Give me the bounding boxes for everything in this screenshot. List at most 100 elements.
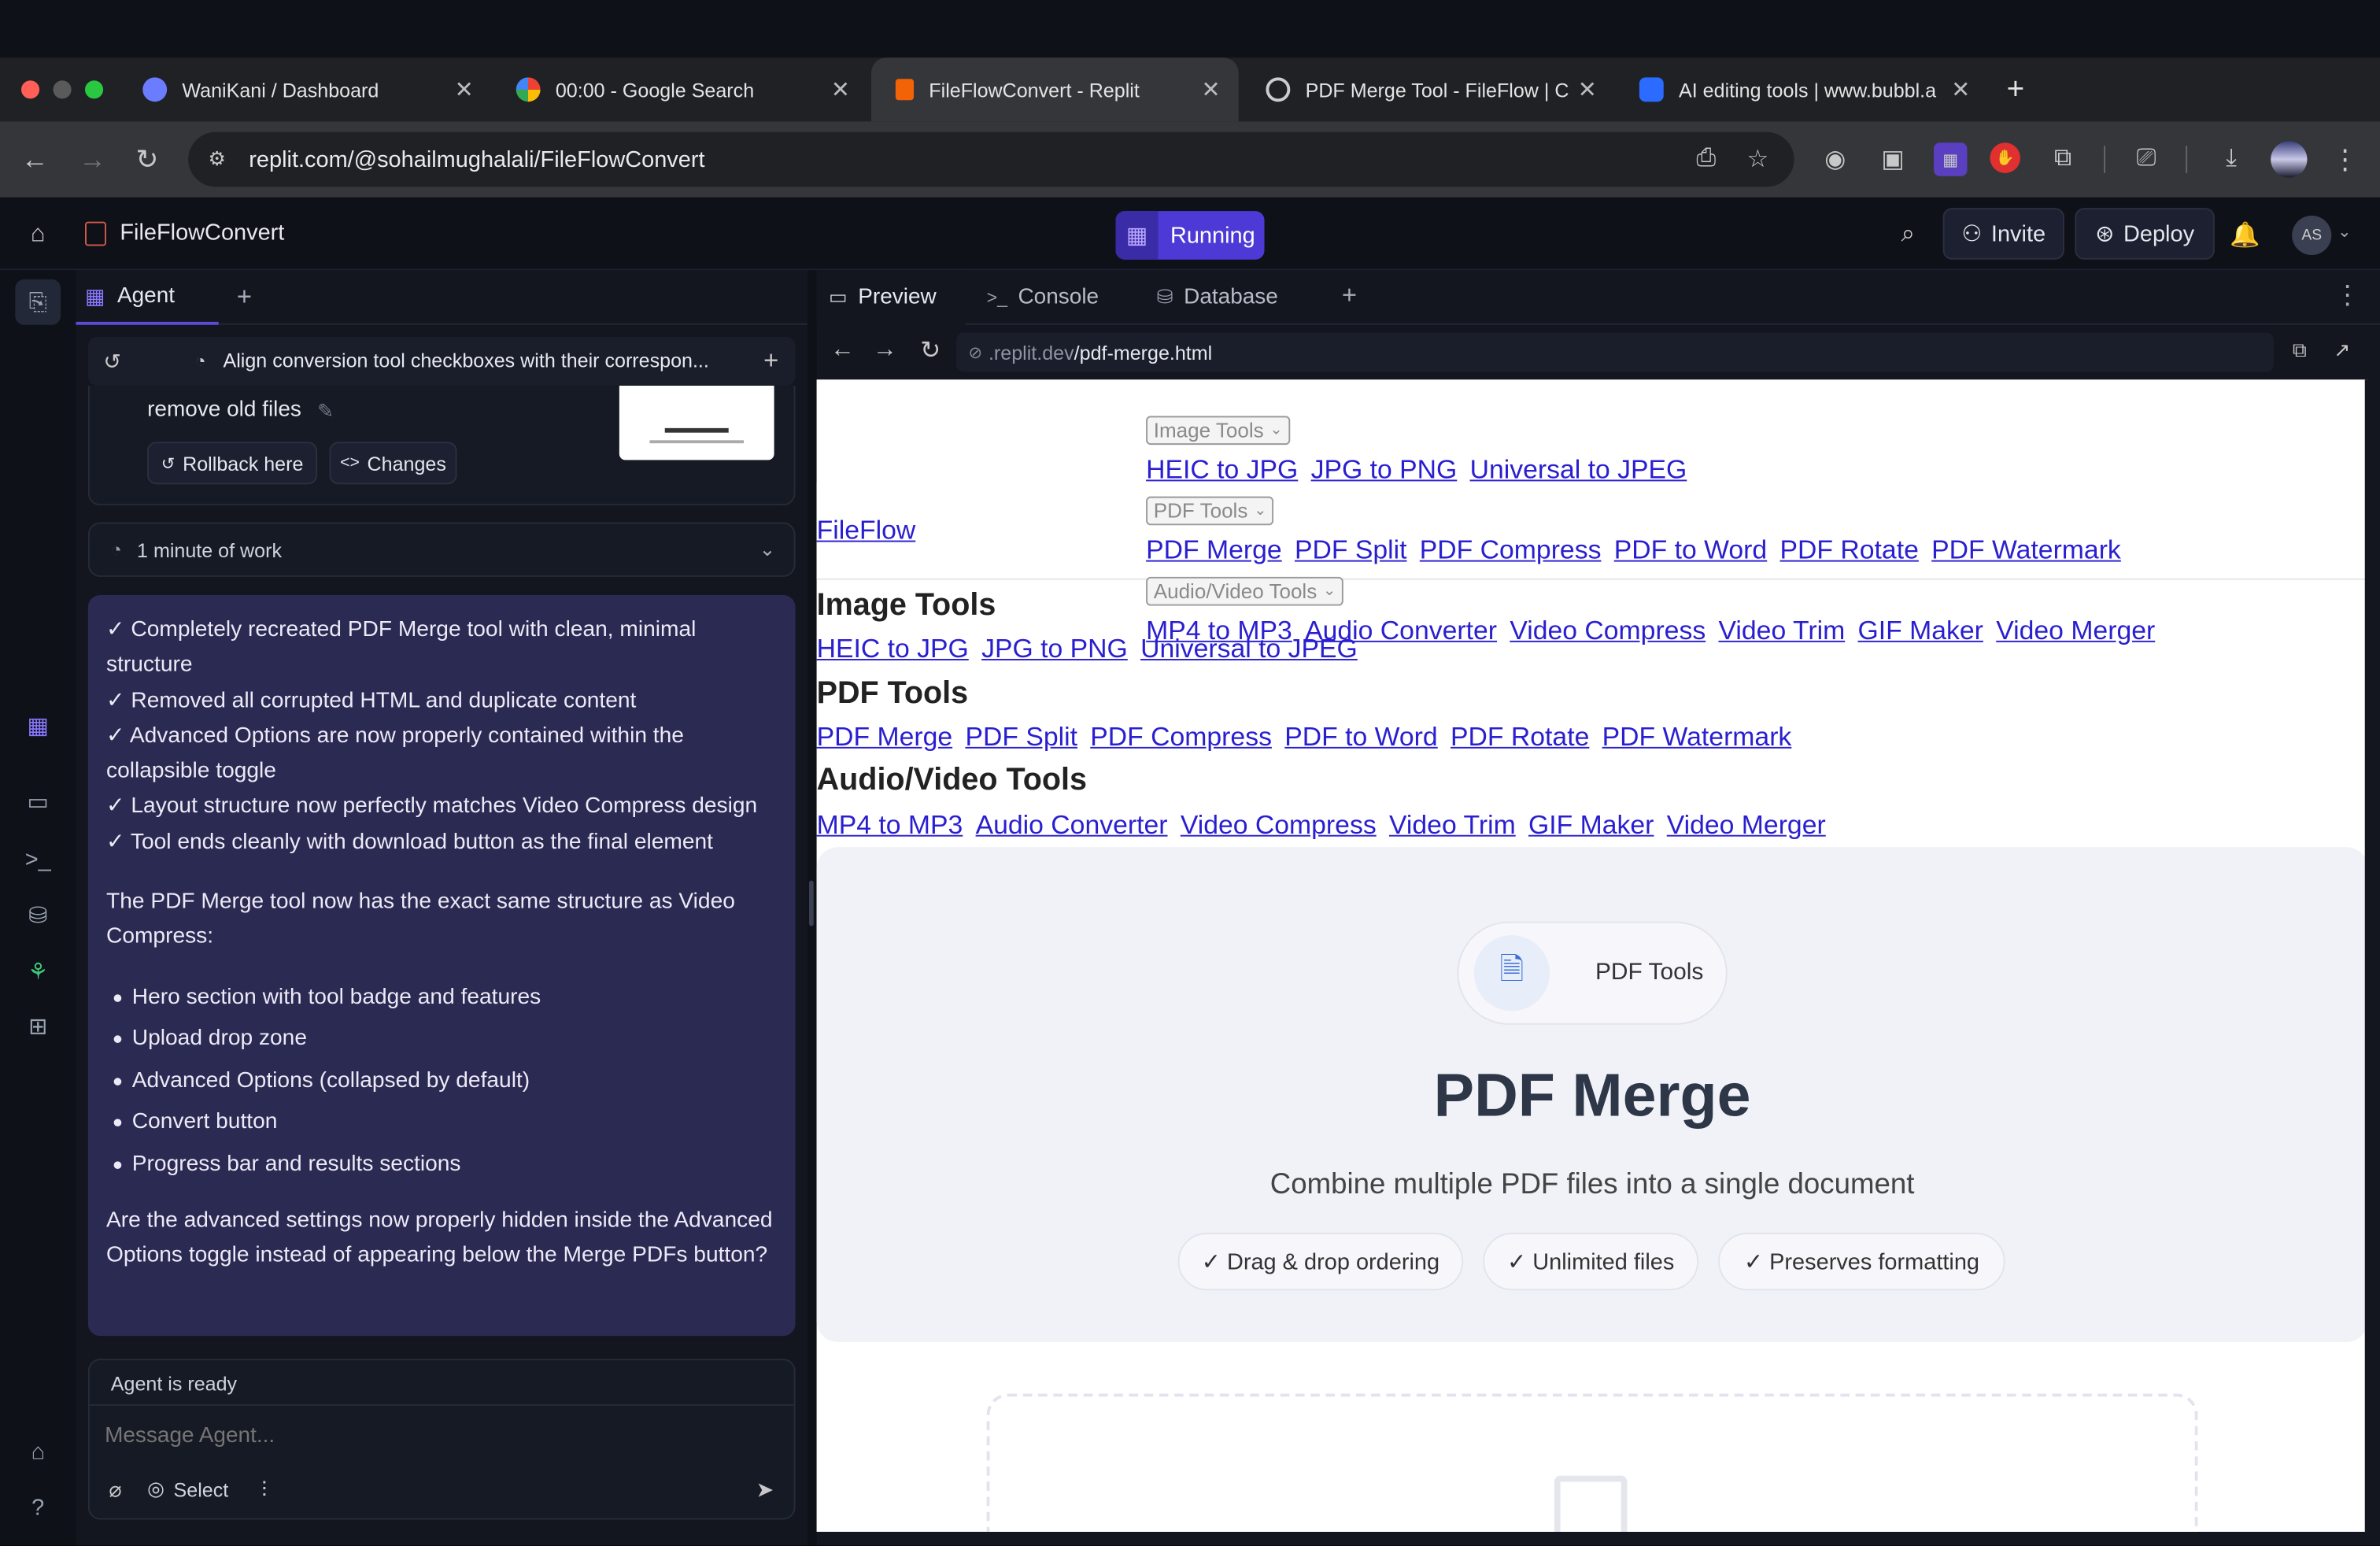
tool-link[interactable]: Video Merger <box>1667 809 1826 840</box>
back-arrow-icon[interactable]: ← <box>829 337 856 364</box>
preview-scrollbar[interactable] <box>2364 379 2380 1532</box>
nav-link[interactable]: Universal to JPEG <box>1470 454 1687 485</box>
edit-pencil-icon[interactable]: ✎ <box>317 399 334 423</box>
settings-sliders-icon[interactable]: ⫶ <box>250 1476 278 1503</box>
forward-arrow-icon[interactable]: → <box>76 142 109 176</box>
site-info-icon[interactable]: ⚙ <box>203 146 231 173</box>
tab-search-icon[interactable]: ⎚ <box>2130 142 2163 176</box>
extension-glasses-icon[interactable]: ▣ <box>1876 142 1909 176</box>
changes-button[interactable]: <> Changes <box>329 442 457 485</box>
more-options-icon[interactable]: ⋮ <box>2334 281 2360 312</box>
tool-link[interactable]: JPG to PNG <box>981 633 1128 664</box>
tool-link[interactable]: PDF Merge <box>817 721 953 752</box>
forward-arrow-icon[interactable]: → <box>871 337 899 364</box>
work-summary[interactable]: ◔ 1 minute of work ⌄ <box>87 522 796 577</box>
upload-drop-zone[interactable] <box>986 1393 2198 1532</box>
browser-tab-google[interactable]: 00:00 - Google Search ✕ <box>492 57 868 121</box>
tool-link[interactable]: PDF Split <box>965 721 1077 752</box>
close-tab-icon[interactable]: ✕ <box>1201 76 1220 103</box>
browser-tab-bubble[interactable]: AI editing tools | www.bubbl.a ✕ <box>1615 57 1988 121</box>
nav-link[interactable]: JPG to PNG <box>1311 454 1458 485</box>
maximize-window-button[interactable] <box>85 80 104 99</box>
minimize-window-button[interactable] <box>53 80 72 99</box>
select-element-button[interactable]: ◎ Select <box>147 1476 228 1503</box>
extension-grid-icon[interactable]: ▦ <box>1934 142 1968 176</box>
deploy-button[interactable]: ⊛ Deploy <box>2075 208 2215 260</box>
tool-link[interactable]: PDF Watermark <box>1602 721 1792 752</box>
browser-tab-pdf-merge[interactable]: PDF Merge Tool - FileFlow | C ✕ <box>1242 57 1615 121</box>
browser-tab-wanikani[interactable]: WaniKani / Dashboard ✕ <box>118 57 491 121</box>
nav-link[interactable]: PDF Compress <box>1420 534 1602 565</box>
image-tools-select[interactable]: Image Tools ⌄ <box>1146 416 1291 446</box>
message-input[interactable] <box>105 1416 779 1456</box>
nav-link[interactable]: PDF Split <box>1295 534 1407 565</box>
tool-link[interactable]: Audio Converter <box>976 809 1168 840</box>
nav-link[interactable]: HEIC to JPG <box>1146 454 1298 485</box>
project-name[interactable]: FileFlowConvert <box>120 220 284 246</box>
profile-avatar[interactable] <box>2271 141 2308 178</box>
reload-icon[interactable]: ↻ <box>917 337 944 364</box>
search-icon[interactable]: ⌕ <box>1891 219 1924 252</box>
files-icon[interactable]: ⎘ <box>15 279 61 325</box>
rollback-button[interactable]: ↺ Rollback here <box>147 442 318 485</box>
pdf-tools-select[interactable]: PDF Tools ⌄ <box>1146 496 1274 526</box>
brand-link[interactable]: FileFlow <box>817 515 916 547</box>
downloads-icon[interactable]: ⤓ <box>2215 142 2248 176</box>
nav-link[interactable]: PDF Rotate <box>1780 534 1919 565</box>
run-button[interactable]: ▦ Running <box>1115 211 1265 260</box>
bookmark-star-icon[interactable]: ☆ <box>1743 144 1773 175</box>
tool-link[interactable]: GIF Maker <box>1528 809 1654 840</box>
tool-link[interactable]: Video Trim <box>1389 809 1516 840</box>
console-icon[interactable]: >_ <box>20 841 56 877</box>
nav-link[interactable]: GIF Maker <box>1858 615 1983 645</box>
preview-thumbnail[interactable] <box>619 385 774 460</box>
deploy-tree-icon[interactable]: ⚘ <box>20 953 56 989</box>
open-new-tab-icon[interactable]: ↗ <box>2328 337 2356 364</box>
close-tab-icon[interactable]: ✕ <box>831 76 850 103</box>
av-tools-select[interactable]: Audio/Video Tools ⌄ <box>1146 576 1343 606</box>
nav-link[interactable]: PDF to Word <box>1614 534 1767 565</box>
home-icon[interactable]: ⌂ <box>21 219 54 252</box>
tab-console[interactable]: >_ Console <box>987 270 1139 324</box>
extension-bear-icon[interactable]: ◉ <box>1818 142 1851 176</box>
tool-link[interactable]: PDF to Word <box>1284 721 1437 752</box>
extensions-puzzle-icon[interactable]: ⧉ <box>2046 142 2079 176</box>
apps-grid-icon[interactable]: ⊞ <box>20 1008 56 1045</box>
tab-agent[interactable]: ▦ Agent <box>76 270 219 325</box>
notifications-icon[interactable]: ⌂ <box>20 1433 56 1470</box>
agent-icon[interactable]: ▦ <box>20 708 56 744</box>
new-thread-icon[interactable]: + <box>756 346 786 377</box>
tab-database[interactable]: ⛁ Database <box>1157 270 1324 324</box>
attach-paperclip-icon[interactable]: ⌀ <box>102 1476 129 1503</box>
invite-button[interactable]: ⚇ Invite <box>1942 208 2064 260</box>
nav-link[interactable]: PDF Watermark <box>1931 534 2121 565</box>
install-app-icon[interactable]: ⎙ <box>1691 144 1721 175</box>
close-tab-icon[interactable]: ✕ <box>1578 76 1597 103</box>
resize-handle[interactable] <box>808 880 814 926</box>
chevron-down-icon[interactable]: ⌄ <box>2338 222 2352 242</box>
back-arrow-icon[interactable]: ← <box>18 142 51 176</box>
tool-link[interactable]: HEIC to JPG <box>817 633 969 664</box>
nav-link[interactable]: Video Compress <box>1510 615 1706 645</box>
tool-link[interactable]: MP4 to MP3 <box>817 809 963 840</box>
chevron-down-icon[interactable]: ⌄ <box>759 538 775 562</box>
history-icon[interactable]: ↺ <box>97 346 128 377</box>
send-icon[interactable]: ➤ <box>752 1476 779 1503</box>
tool-link[interactable]: Universal to JPEG <box>1140 633 1358 664</box>
browser-tab-replit[interactable]: FileFlowConvert - Replit ✕ <box>871 57 1239 122</box>
tool-link[interactable]: Video Compress <box>1181 809 1377 840</box>
close-tab-icon[interactable]: ✕ <box>454 76 473 103</box>
help-icon[interactable]: ? <box>20 1489 56 1526</box>
close-tab-icon[interactable]: ✕ <box>1951 76 1970 103</box>
extension-hand-icon[interactable]: ✋ <box>1990 142 2020 173</box>
close-window-button[interactable] <box>21 80 40 99</box>
user-avatar[interactable]: AS <box>2292 215 2332 256</box>
preview-url-bar[interactable]: ⊘ .replit.dev /pdf-merge.html <box>956 332 2275 372</box>
nav-link[interactable]: PDF Merge <box>1146 534 1282 565</box>
preview-monitor-icon[interactable]: ▭ <box>20 783 56 819</box>
device-toggle-icon[interactable]: ⧉ <box>2286 337 2313 364</box>
nav-link[interactable]: Video Merger <box>1996 615 2155 645</box>
nav-link[interactable]: Video Trim <box>1719 615 1846 645</box>
reload-icon[interactable]: ↻ <box>131 142 164 176</box>
address-bar[interactable]: ⚙ replit.com/@sohailmughalali/FileFlowCo… <box>188 131 1794 187</box>
